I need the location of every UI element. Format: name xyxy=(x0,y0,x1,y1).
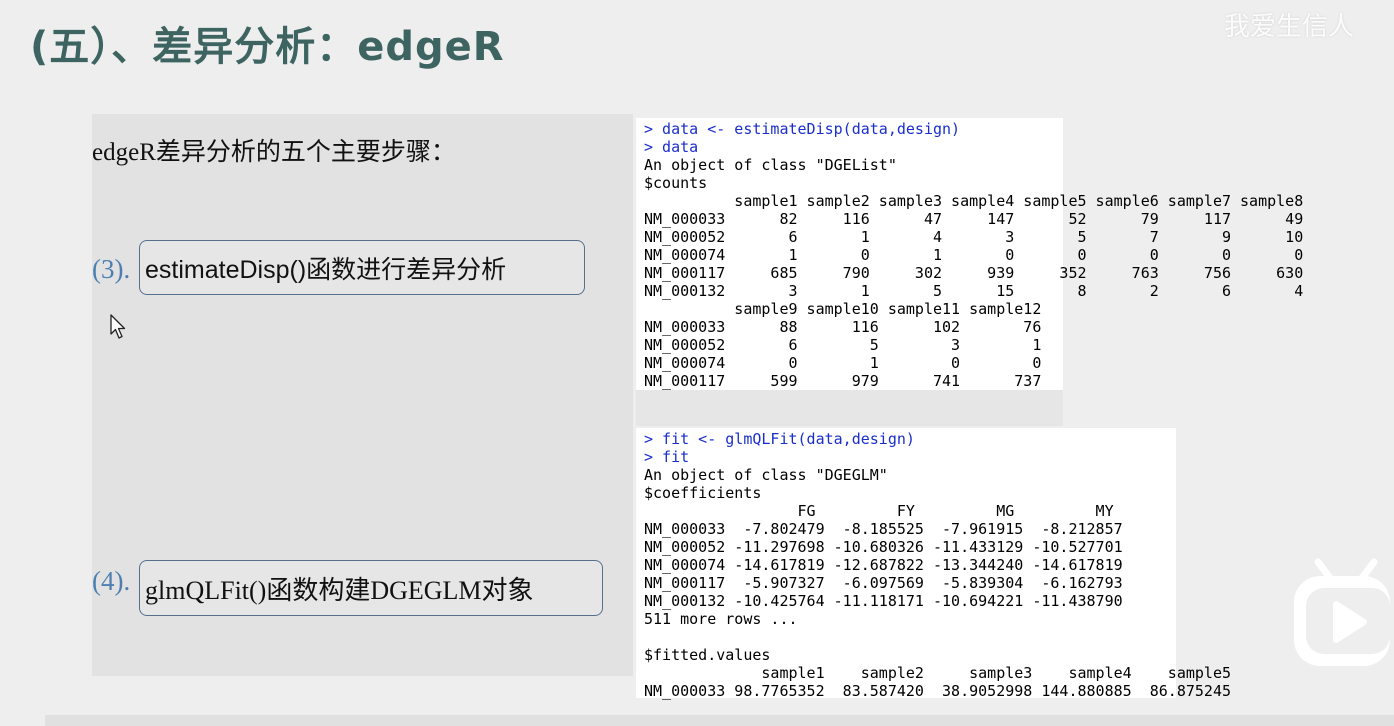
console1-command-2: > data xyxy=(644,138,699,156)
step-3-number: (3). xyxy=(92,254,131,284)
step-4-number: (4). xyxy=(92,566,131,596)
bilibili-play-icon[interactable] xyxy=(1290,556,1390,668)
console1-command-1: > data <- estimateDisp(data,design) xyxy=(644,120,961,138)
mouse-cursor-icon xyxy=(110,314,126,339)
r-console-estimatedisp: > data <- estimateDisp(data,design) > dat… xyxy=(636,118,1303,426)
console1-output: An object of class "DGEList" $counts sam… xyxy=(644,156,1304,390)
step-3-box: estimateDisp()函数进行差异分析 xyxy=(139,240,585,295)
slide-title: (五）、差异分析：edgeR xyxy=(30,24,505,70)
console2-command-2: > fit xyxy=(644,448,690,466)
r-console-glmqlfit: > fit <- glmQLFit(data,design) > fit An ob… xyxy=(636,428,1231,700)
step-4-label: glmQLFit()函数构建DGEGLM对象 xyxy=(145,575,534,605)
console2-output: An object of class "DGEGLM" $coefficient… xyxy=(644,466,1231,700)
step-4-box: glmQLFit()函数构建DGEGLM对象 xyxy=(139,560,603,616)
watermark: 我爱生信人 xyxy=(1223,12,1354,42)
bottom-bar xyxy=(45,715,1394,726)
steps-panel: edgeR差异分析的五个主要步骤： (3). estimateDisp()函数进… xyxy=(92,114,633,676)
step-3-label: estimateDisp()函数进行差异分析 xyxy=(145,255,507,284)
steps-intro: edgeR差异分析的五个主要步骤： xyxy=(92,139,456,166)
console2-command-1: > fit <- glmQLFit(data,design) xyxy=(644,430,915,448)
